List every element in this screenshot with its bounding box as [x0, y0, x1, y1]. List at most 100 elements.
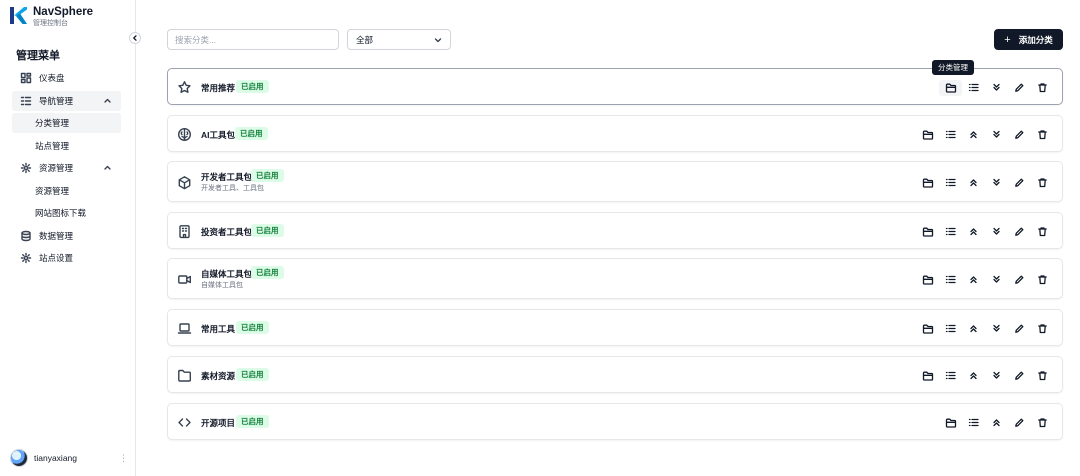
- move-down-button[interactable]: [985, 175, 1008, 191]
- move-up-button[interactable]: [962, 321, 985, 337]
- sidebar-item-dashboard[interactable]: 仪表盘: [12, 68, 121, 88]
- search-input[interactable]: [167, 29, 339, 50]
- status-badge: 已启用: [236, 80, 269, 93]
- delete-button[interactable]: [1031, 321, 1054, 337]
- edit-button[interactable]: [1008, 321, 1031, 337]
- edit-button[interactable]: [1008, 127, 1031, 143]
- move-down-button[interactable]: [985, 127, 1008, 143]
- category-row[interactable]: 投资者工具包 已启用: [167, 212, 1063, 249]
- edit-button[interactable]: [1008, 272, 1031, 288]
- row-actions: [916, 224, 1054, 240]
- folder-icon: [945, 83, 957, 93]
- manage-category-button[interactable]: [916, 224, 939, 240]
- chevron-up-icon[interactable]: [103, 163, 112, 172]
- manage-category-button[interactable]: [916, 272, 939, 288]
- sidebar-item-resource-management[interactable]: 资源管理: [12, 181, 121, 201]
- manage-sites-button[interactable]: [939, 272, 962, 288]
- tooltip: 分类管理: [932, 60, 974, 75]
- edit-button[interactable]: [1008, 224, 1031, 240]
- manage-sites-button[interactable]: [939, 224, 962, 240]
- folder-icon: [945, 418, 957, 428]
- sidebar-item-data[interactable]: 数据管理: [12, 226, 121, 246]
- delete-button[interactable]: [1031, 127, 1054, 143]
- category-row[interactable]: 开源项目 已启用: [167, 403, 1063, 440]
- category-row[interactable]: 素材资源 已启用: [167, 356, 1063, 393]
- category-row[interactable]: 常用工具 已启用: [167, 309, 1063, 346]
- edit-button[interactable]: [1008, 80, 1031, 96]
- list-icon: [968, 83, 979, 92]
- delete-button[interactable]: [1031, 224, 1054, 240]
- user-name: tianyaxiang: [34, 453, 78, 463]
- manage-category-button[interactable]: [916, 368, 939, 384]
- chevron-up-icon[interactable]: [103, 96, 112, 105]
- move-up-button[interactable]: [962, 272, 985, 288]
- sidebar-item-label: 数据管理: [39, 230, 74, 241]
- sidebar-menu: 仪表盘 导航管理 分类管理 站点管理 资源管理 资源管理 网站图标下载 数据管理…: [12, 68, 121, 271]
- manage-sites-button[interactable]: [939, 321, 962, 337]
- manage-sites-button[interactable]: [939, 127, 962, 143]
- move-up-button[interactable]: [962, 224, 985, 240]
- edit-button[interactable]: [1008, 175, 1031, 191]
- pencil-icon: [1015, 130, 1024, 139]
- move-down-button[interactable]: [985, 224, 1008, 240]
- manage-category-button[interactable]: [916, 321, 939, 337]
- category-row[interactable]: 自媒体工具包 已启用 自媒体工具包: [167, 258, 1063, 299]
- sidebar-item-site-management[interactable]: 站点管理: [12, 136, 121, 156]
- sidebar-item-category-management[interactable]: 分类管理: [12, 113, 121, 133]
- brand[interactable]: NavSphere 管理控制台: [10, 6, 93, 29]
- category-row[interactable]: AI工具包 已启用: [167, 115, 1063, 152]
- status-badge: 已启用: [251, 266, 284, 279]
- sidebar-item-settings[interactable]: 站点设置: [12, 248, 121, 268]
- sidebar-item-navigation[interactable]: 导航管理: [12, 90, 121, 111]
- trash-icon: [1038, 418, 1047, 428]
- row-actions: [916, 175, 1054, 191]
- edit-button[interactable]: [1008, 368, 1031, 384]
- category-name: 常用推荐: [201, 83, 236, 93]
- move-up-button[interactable]: [962, 368, 985, 384]
- list-icon: [968, 418, 979, 427]
- add-category-label: 添加分类: [1018, 34, 1053, 45]
- laptop-icon: [177, 323, 192, 334]
- move-up-button[interactable]: [962, 127, 985, 143]
- edit-button[interactable]: [1008, 415, 1031, 431]
- manage-category-button[interactable]: [916, 127, 939, 143]
- category-row[interactable]: 开发者工具包 已启用 开发者工具、工具包: [167, 161, 1063, 202]
- chevrons-up-icon: [970, 228, 977, 236]
- chevrons-down-icon: [993, 275, 1000, 283]
- category-row[interactable]: 常用推荐 已启用: [167, 68, 1063, 105]
- manage-sites-button[interactable]: [939, 368, 962, 384]
- folder-icon: [922, 178, 934, 188]
- manage-sites-button[interactable]: [962, 415, 985, 431]
- move-down-button[interactable]: [985, 321, 1008, 337]
- move-up-button[interactable]: [985, 415, 1008, 431]
- list-icon: [945, 178, 956, 187]
- move-down-button[interactable]: [985, 272, 1008, 288]
- sidebar-item-favicon-download[interactable]: 网站图标下载: [12, 203, 121, 223]
- delete-button[interactable]: [1031, 272, 1054, 288]
- manage-category-button[interactable]: [939, 415, 962, 431]
- move-up-button[interactable]: [962, 175, 985, 191]
- chevrons-up-icon: [970, 131, 977, 139]
- manage-sites-button[interactable]: [962, 80, 985, 96]
- status-filter-select[interactable]: 全部: [347, 29, 451, 50]
- delete-button[interactable]: [1031, 175, 1054, 191]
- row-actions: [939, 415, 1054, 431]
- more-options-icon[interactable]: ⋮: [119, 453, 128, 464]
- user-profile[interactable]: tianyaxiang ⋮: [10, 449, 128, 467]
- manage-category-button[interactable]: [939, 79, 962, 96]
- delete-button[interactable]: [1031, 80, 1054, 96]
- row-actions: [916, 368, 1054, 384]
- delete-button[interactable]: [1031, 415, 1054, 431]
- add-category-button[interactable]: + 添加分类: [994, 29, 1063, 50]
- sidebar-item-resource[interactable]: 资源管理: [12, 158, 121, 178]
- delete-button[interactable]: [1031, 368, 1054, 384]
- sidebar-item-label: 站点管理: [35, 140, 70, 151]
- move-down-button[interactable]: [985, 80, 1008, 96]
- pencil-icon: [1015, 324, 1024, 333]
- manage-sites-button[interactable]: [939, 175, 962, 191]
- row-actions: [916, 127, 1054, 143]
- pencil-icon: [1015, 178, 1024, 187]
- move-down-button[interactable]: [985, 368, 1008, 384]
- manage-category-button[interactable]: [916, 175, 939, 191]
- collapse-sidebar-button[interactable]: [129, 32, 141, 44]
